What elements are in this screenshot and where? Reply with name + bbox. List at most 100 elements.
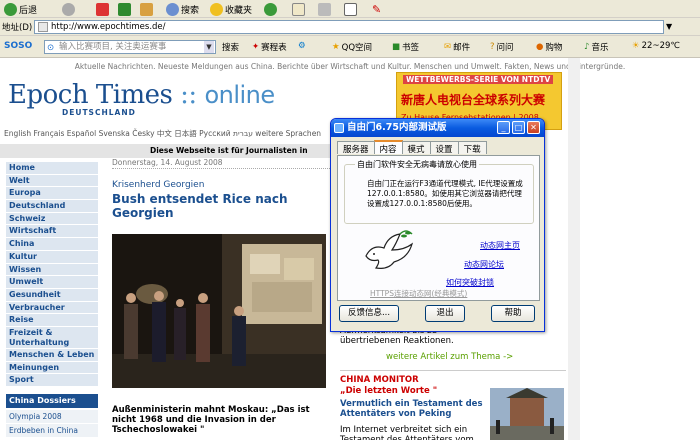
dropdown-icon[interactable]: ▼ [666,22,672,31]
qzone-button[interactable]: ★ QQ空间 [332,41,372,53]
how-to-break-link[interactable]: 如何突破封锁 [446,277,494,288]
page-scrollbar[interactable] [568,58,580,440]
extra-button[interactable]: ⚙ [298,41,306,51]
schedule-button[interactable]: ✦ 赛程表 [252,41,287,53]
messenger-button[interactable]: ✎ [372,2,381,16]
home-button[interactable] [140,2,153,16]
shopping-button[interactable]: ● 购物 [536,41,562,53]
envelope-icon: ✉ [444,42,452,52]
nav-item-schweiz[interactable]: Schweiz [6,212,98,226]
tab-settings[interactable]: 设置 [429,141,459,155]
freegate-home-link[interactable]: 动态网主页 [480,240,520,251]
question-icon: ? [490,42,495,52]
maximize-icon: □ [514,123,523,132]
nav-item-sport[interactable]: Sport [6,374,98,387]
bookmark-button[interactable]: ■ 书签 [392,41,419,53]
help-button[interactable]: 帮助 [491,305,535,322]
forward-arrow-icon [62,2,75,16]
https-link[interactable]: HTTPS连接动态网(经典模式) [370,288,467,299]
weather-widget[interactable]: ☀ 22~29℃ [632,41,680,51]
dossier-item-erdbeben[interactable]: Erdbeben in China [6,424,98,438]
nav-item-europa[interactable]: Europa [6,187,98,201]
history-icon [264,2,277,16]
stop-button[interactable] [96,2,109,16]
article-photo[interactable] [112,234,326,388]
nav-item-meinungen[interactable]: Meinungen [6,361,98,375]
music-button[interactable]: ♪ 音乐 [584,41,608,53]
favorites-button[interactable]: 收藏夹 [210,2,252,16]
home-icon [140,2,153,16]
address-label: 地址(D) [2,23,33,33]
close-button[interactable]: ✕ [527,121,540,134]
nav-item-gesundheit[interactable]: Gesundheit [6,288,98,302]
more-articles-link[interactable]: weitere Artikel zum Thema -> [386,352,513,362]
browser-toolbar: 后退 搜索 收藏夹 ✎ [0,0,700,18]
address-bar: 地址(D) http://www.epochtimes.de/ ▼ [0,18,700,36]
nav-item-china[interactable]: China [6,238,98,251]
soso-logo: SOSO [4,41,33,51]
mail-icon [292,2,305,16]
article-date: Donnerstag, 14. August 2008 [112,158,330,169]
article-caption[interactable]: Außenministerin mahnt Moskau: „Das ist n… [112,405,328,435]
nav-item-kultur[interactable]: Kultur [6,250,98,264]
nav-item-wissen[interactable]: Wissen [6,263,98,277]
dossier-item-olympia[interactable]: Olympia 2008 [6,410,98,424]
stop-icon [96,2,109,16]
dialog-tabs: 服务器 内容 模式 设置 下载 [337,140,487,155]
search-icon: ⊙ [47,43,55,53]
tab-mode[interactable]: 模式 [401,141,431,155]
nav-item-umwelt[interactable]: Umwelt [6,276,98,289]
chevron-down-icon[interactable]: ▼ [204,41,214,53]
refresh-button[interactable] [118,2,131,16]
soso-search-input[interactable]: ⊙ 输入比赛项目, 关注奥运赛事 ▼ [44,40,216,54]
search-button[interactable]: 搜索 [166,2,199,16]
back-button[interactable]: 后退 [4,2,37,16]
mail-button[interactable] [292,2,305,16]
edit-button[interactable] [344,2,357,16]
feedback-button[interactable]: 反馈信息... [339,305,399,322]
left-navigation: Home Welt Europa Deutschland Schweiz Wir… [6,162,98,387]
tab-download[interactable]: 下载 [457,141,487,155]
soso-search-button[interactable]: 搜索 [222,41,239,53]
language-bar[interactable]: English Français Español Svenska Česky 中… [4,128,321,139]
document-icon [344,2,357,16]
mail-button[interactable]: ✉ 邮件 [444,41,470,53]
monitor-photo[interactable] [490,388,564,440]
nav-item-wirtschaft[interactable]: Wirtschaft [6,225,98,239]
soso-toolbar: SOSO ⊙ 输入比赛项目, 关注奥运赛事 ▼ 搜索 ✦ 赛程表 ⚙ ★ QQ空间 … [0,36,700,58]
url-field[interactable]: http://www.epochtimes.de/ [34,20,664,34]
gear-icon: ⚙ [298,41,306,51]
dove-icon [365,230,414,269]
forward-button[interactable] [62,2,75,16]
monitor-headline[interactable]: Vermutlich ein Testament des Attentäters… [340,399,490,419]
freegate-dialog: 自由门6.75内部测试版 _ □ ✕ 服务器 内容 模式 设置 下载 自由门软件… [330,118,545,332]
wenwen-button[interactable]: ? 问问 [490,41,514,53]
music-icon: ♪ [584,42,590,52]
tab-server[interactable]: 服务器 [337,141,375,155]
refresh-icon [118,2,131,16]
minimize-button[interactable]: _ [497,121,510,134]
maximize-button[interactable]: □ [512,121,525,134]
info-group: 自由门软件安全无病毒请放心使用 自由门正在运行F3通道代理模式, IE代理设置成… [344,159,534,224]
nav-item-welt[interactable]: Welt [6,174,98,188]
proxy-info-text: 自由门正在运行F3通道代理模式, IE代理设置成127.0.0.1:8580。如… [367,179,523,208]
print-button[interactable] [318,2,331,16]
exit-button[interactable]: 退出 [425,305,465,322]
nav-item-verbraucher[interactable]: Verbraucher [6,301,98,315]
journalist-notice: Diese Webseite ist für Journalisten in [0,144,336,158]
group-title: 自由门软件安全无病毒请放心使用 [355,159,479,170]
freegate-forum-link[interactable]: 动态网论坛 [464,259,504,270]
search-icon [166,2,179,16]
dossiers-heading: China Dossiers [6,394,98,408]
nav-item-reise[interactable]: Reise [6,314,98,327]
url-text: http://www.epochtimes.de/ [51,22,166,32]
tab-content[interactable]: 内容 [373,140,403,155]
china-monitor-heading: CHINA MONITOR [340,370,566,385]
nav-item-deutschland[interactable]: Deutschland [6,200,98,213]
nav-item-menschen[interactable]: Menschen & Leben [6,348,98,362]
nav-item-freizeit[interactable]: Freizeit & Unterhaltung [6,326,98,349]
nav-item-home[interactable]: Home [6,162,98,175]
site-logo[interactable]: Epoch Times :: online [8,80,275,110]
article-headline[interactable]: Bush entsendet Rice nach Georgien [112,192,328,220]
history-button[interactable] [264,2,277,16]
